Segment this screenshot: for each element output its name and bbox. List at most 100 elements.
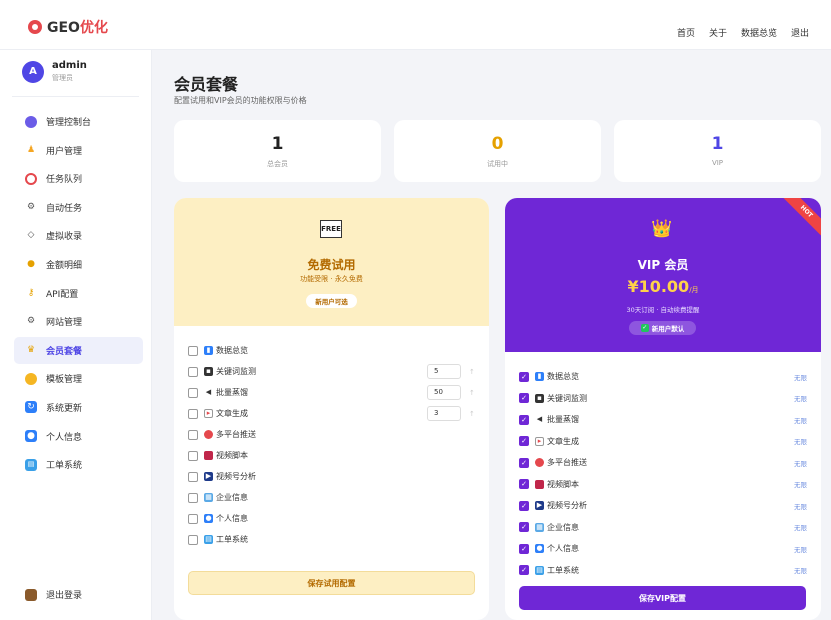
sidebar-item-users[interactable]: ♟ 用户管理	[14, 137, 143, 164]
feature-checkbox[interactable]: ✓	[519, 457, 529, 468]
nav-exit[interactable]: 退出	[791, 26, 809, 39]
chart-icon: ▮	[535, 372, 544, 382]
video-icon	[535, 479, 544, 489]
unlimited-label: 无限	[794, 459, 807, 468]
key-icon: ⚷	[27, 287, 35, 298]
logo[interactable]: GEO优化	[28, 17, 108, 37]
unlimited-label: 无限	[794, 524, 807, 533]
feature-row: ▪ 关键词监测 5 ↑	[188, 361, 475, 382]
stat-label: 总会员	[267, 160, 288, 168]
user-info: A admin 管理员	[22, 60, 87, 83]
sidebar-item-templates[interactable]: 模板管理	[14, 365, 143, 392]
feature-row: 多平台推送	[188, 424, 475, 445]
page-title: 会员套餐	[174, 75, 239, 94]
sidebar-item-api[interactable]: ⚷ API配置	[14, 280, 143, 307]
unlimited-label: 无限	[794, 481, 807, 490]
feature-checkbox[interactable]: ✓	[519, 565, 529, 576]
sidebar-item-queue[interactable]: 任务队列	[14, 165, 143, 192]
feature-row: ✓ 视频脚本 无限	[519, 474, 807, 496]
feature-checkbox[interactable]	[188, 492, 198, 503]
feature-label: 视频脚本	[547, 479, 579, 489]
stat-label: 试用中	[487, 160, 508, 168]
logout-icon	[25, 588, 37, 601]
sidebar-item-membership[interactable]: ♛ 会员套餐	[14, 336, 143, 364]
sidebar-item-site[interactable]: ⚙ 网站管理	[14, 308, 143, 335]
top-bar: GEO优化 首页 关于 数据总览 退出	[0, 0, 831, 50]
free-plan-card: FREE 免费试用 功能受限 · 永久免费 新用户可选 ▮ 数据总览 ▪ 关键词…	[174, 198, 489, 620]
feature-checkbox[interactable]	[188, 450, 198, 461]
sidebar-item-label: 个人信息	[46, 432, 83, 443]
vip-plan-card: HOT 👑 VIP 会员 ¥10.00/月 30天订阅 · 自动续费提醒 ✓ 新用…	[505, 198, 821, 620]
feature-checkbox[interactable]: ✓	[519, 393, 529, 404]
feature-checkbox[interactable]	[188, 429, 198, 440]
speaker-icon: ◀	[205, 388, 212, 396]
feature-label: 批量蒸馏	[216, 388, 248, 397]
feature-checkbox[interactable]: ✓	[519, 479, 529, 490]
feature-checkbox[interactable]	[188, 471, 198, 482]
check-icon: ✓	[640, 324, 649, 332]
stat-label: VIP	[711, 159, 724, 167]
play-icon: ▶	[535, 501, 544, 511]
feature-row: ▦ 企业信息	[188, 487, 475, 508]
sidebar-item-money[interactable]: ● 金额明细	[14, 251, 143, 278]
feature-checkbox[interactable]: ✓	[519, 414, 529, 425]
feature-label: 视频号分析	[547, 501, 587, 511]
sidebar-item-label: 会员套餐	[46, 346, 83, 357]
feature-checkbox[interactable]: ✓	[519, 436, 529, 447]
sidebar-item-label: 自动任务	[46, 203, 83, 214]
push-icon	[535, 458, 544, 468]
feature-checkbox[interactable]	[188, 366, 198, 377]
sidebar-item-label: 工单系统	[46, 461, 83, 472]
nav-overview[interactable]: 数据总览	[741, 26, 777, 39]
feature-checkbox[interactable]: ✓	[519, 371, 529, 382]
logout-button[interactable]: 退出登录	[25, 588, 82, 601]
feature-checkbox[interactable]	[188, 387, 198, 398]
feature-label: 关键词监测	[216, 367, 256, 376]
sidebar-item-auto-task[interactable]: ⚙ 自动任务	[14, 194, 143, 221]
feature-label: 数据总览	[547, 372, 579, 382]
free-plan-title: 免费试用	[307, 258, 356, 272]
sidebar-item-label: 管理控制台	[46, 118, 92, 128]
feature-row: ✓ ◀ 批量蒸馏 无限	[519, 409, 807, 431]
feature-checkbox[interactable]: ✓	[519, 500, 529, 511]
feature-checkbox[interactable]: ✓	[519, 522, 529, 533]
feature-checkbox[interactable]	[188, 408, 198, 419]
quota-input[interactable]: 5	[427, 364, 461, 379]
profile-icon: ●	[535, 544, 544, 554]
feature-checkbox[interactable]: ✓	[519, 543, 529, 554]
crown-icon: ♛	[26, 344, 36, 355]
refresh-icon: ↻	[25, 401, 37, 414]
logo-text: GEO优化	[47, 20, 108, 36]
vip-plan-subtitle: 30天订阅 · 自动续费提醒	[626, 306, 700, 314]
save-free-config-button[interactable]: 保存试用配置	[188, 571, 475, 595]
quota-input[interactable]: 50	[427, 385, 461, 400]
save-vip-config-button[interactable]: 保存VIP配置	[519, 586, 806, 610]
nav-home[interactable]: 首页	[677, 26, 695, 39]
feature-checkbox[interactable]	[188, 534, 198, 545]
quota-suffix: ↑	[469, 388, 475, 397]
sidebar: A admin 管理员 管理控制台 ♟ 用户管理 任务队列 ⚙ 自动任务 ◇ 虚…	[0, 50, 152, 620]
feature-checkbox[interactable]	[188, 513, 198, 524]
quota-suffix: ↑	[469, 409, 475, 418]
feature-label: 关键词监测	[547, 393, 587, 403]
sidebar-item-label: 金额明细	[46, 260, 83, 271]
nav-about[interactable]: 关于	[709, 26, 727, 39]
sidebar-item-tickets[interactable]: ▤ 工单系统	[14, 451, 143, 478]
sidebar-item-index[interactable]: ◇ 虚拟收录	[14, 222, 143, 249]
top-nav: 首页 关于 数据总览 退出	[677, 26, 809, 39]
sidebar-item-label: 虚拟收录	[46, 232, 83, 243]
profile-icon: ●	[204, 514, 213, 523]
free-plan-header: FREE 免费试用 功能受限 · 永久免费 新用户可选	[174, 198, 489, 326]
feature-label: 视频号分析	[216, 472, 256, 481]
hot-badge: HOT	[777, 198, 821, 241]
ticket-icon: ▤	[535, 565, 544, 575]
stat-card-vip: 1 VIP	[614, 120, 821, 182]
sidebar-item-profile[interactable]: ● 个人信息	[14, 423, 143, 450]
document-icon: ▸	[535, 436, 544, 446]
quota-input[interactable]: 3	[427, 406, 461, 421]
sidebar-item-console[interactable]: 管理控制台	[14, 108, 143, 135]
feature-row: ▤ 工单系统	[188, 529, 475, 550]
sidebar-item-update[interactable]: ↻ 系统更新	[14, 394, 143, 421]
feature-checkbox[interactable]	[188, 345, 198, 356]
free-plan-pill: 新用户可选	[306, 294, 357, 308]
